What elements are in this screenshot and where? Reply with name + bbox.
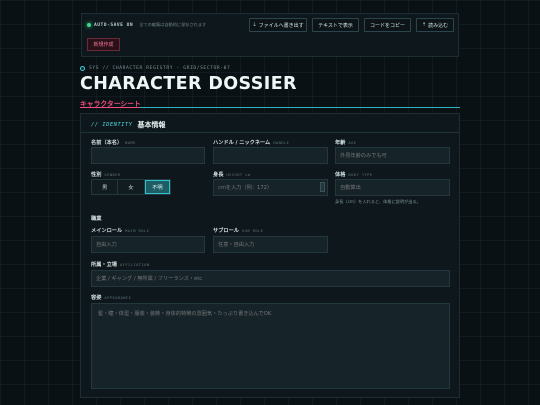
affiliation-label-text: 所属・立場 (91, 262, 117, 268)
gender-option-unknown[interactable]: 不明 (144, 180, 170, 194)
import-button[interactable]: ⇡ 読み込む (416, 18, 454, 32)
name-label: 名前（本名） NAME (91, 139, 136, 146)
main-role-input[interactable] (91, 236, 205, 253)
upload-icon: ⇡ (421, 22, 427, 28)
age-label: 年齢 AGE (335, 139, 356, 146)
sub-role-input[interactable] (213, 236, 328, 253)
weight-label: 体格 BODY TYPE (335, 171, 373, 178)
sub-role-label-text: サブロール (213, 228, 239, 234)
export-file-label: ファイルへ書き出す (258, 22, 304, 29)
main-role-label-en: MAIN ROLE (125, 228, 150, 233)
affiliation-label: 所属・立場 AFFILIATION (91, 261, 150, 268)
gender-option-female[interactable]: 女 (118, 180, 145, 194)
gender-label-text: 性別 (91, 172, 102, 178)
height-label-text: 身長 (213, 172, 224, 178)
age-label-en: AGE (348, 140, 357, 145)
copy-code-label: コードをコピー (369, 22, 405, 29)
weight-hint: 身長（cm）を入れると、体格に説明が出る。 (335, 199, 421, 204)
affiliation-label-en: AFFILIATION (119, 262, 150, 267)
main-role-label-text: メインロール (91, 228, 123, 234)
show-text-button[interactable]: テキストで表示 (312, 18, 359, 32)
export-file-button[interactable]: ⇣ ファイルへ書き出す (249, 18, 307, 32)
gender-label: 性別 GENDER (91, 171, 121, 178)
download-icon: ⇣ (252, 22, 257, 28)
gender-label-en: GENDER (104, 172, 121, 177)
handle-input[interactable] (213, 147, 328, 164)
section-divider (81, 132, 459, 133)
breadcrumb: SYS // CHARACTER REGISTRY - GRID/SECTOR-… (80, 66, 230, 71)
name-label-text: 名前（本名） (91, 140, 123, 146)
affiliation-input[interactable] (91, 270, 450, 287)
height-label: 身長 HEIGHT cm (213, 171, 251, 178)
sub-role-label: サブロール SUB ROLE (213, 227, 263, 234)
target-icon (80, 66, 85, 71)
autosave-status: AUTO-SAVE ON 全ての編集は自動的に保存されます (87, 22, 206, 28)
handle-label-text: ハンドル / ニックネーム (213, 140, 271, 146)
occupation-label: 職業 (91, 216, 102, 222)
gender-selector: 男 女 不明 (91, 179, 171, 195)
header-divider (80, 107, 460, 108)
name-input[interactable] (91, 147, 205, 164)
show-text-label: テキストで表示 (318, 22, 353, 29)
weight-label-text: 体格 (335, 172, 346, 178)
age-label-text: 年齢 (335, 140, 346, 146)
page-title: CHARACTER DOSSIER (80, 74, 297, 94)
appearance-label: 容姿 APPEARANCE (91, 294, 131, 301)
new-button[interactable]: 新規作成 (87, 38, 120, 51)
section-title: 基本情報 (137, 121, 166, 129)
height-label-en: HEIGHT cm (226, 172, 251, 177)
gender-option-male[interactable]: 男 (92, 180, 119, 194)
stepper-icon[interactable] (320, 182, 325, 192)
toolbar: AUTO-SAVE ON 全ての編集は自動的に保存されます ⇣ ファイルへ書き出… (81, 13, 459, 57)
section-header: // IDENTITY 基本情報 (91, 120, 165, 130)
copy-code-button[interactable]: コードをコピー (364, 18, 411, 32)
breadcrumb-text: SYS // CHARACTER REGISTRY - GRID/SECTOR-… (89, 66, 231, 71)
autosave-title: AUTO-SAVE ON (94, 22, 134, 28)
autosave-note: 全ての編集は自動的に保存されます (139, 22, 207, 27)
height-field-wrap (213, 179, 328, 196)
name-label-en: NAME (125, 140, 136, 145)
handle-label-en: HANDLE (273, 140, 290, 145)
sub-role-label-en: SUB ROLE (241, 228, 264, 233)
section-tag: // IDENTITY (91, 122, 133, 128)
import-label: 読み込む (428, 22, 449, 29)
status-dot-icon (87, 23, 91, 27)
main-role-label: メインロール MAIN ROLE (91, 227, 149, 234)
appearance-label-text: 容姿 (91, 295, 102, 301)
appearance-label-en: APPEARANCE (104, 295, 132, 300)
identity-panel: // IDENTITY 基本情報 名前（本名） NAME ハンドル / ニックネ… (80, 113, 460, 398)
height-input[interactable] (213, 179, 328, 196)
age-input[interactable] (335, 147, 450, 164)
handle-label: ハンドル / ニックネーム HANDLE (213, 139, 289, 146)
appearance-textarea[interactable] (91, 303, 450, 389)
weight-input[interactable] (335, 179, 450, 196)
weight-label-en: BODY TYPE (348, 172, 373, 177)
